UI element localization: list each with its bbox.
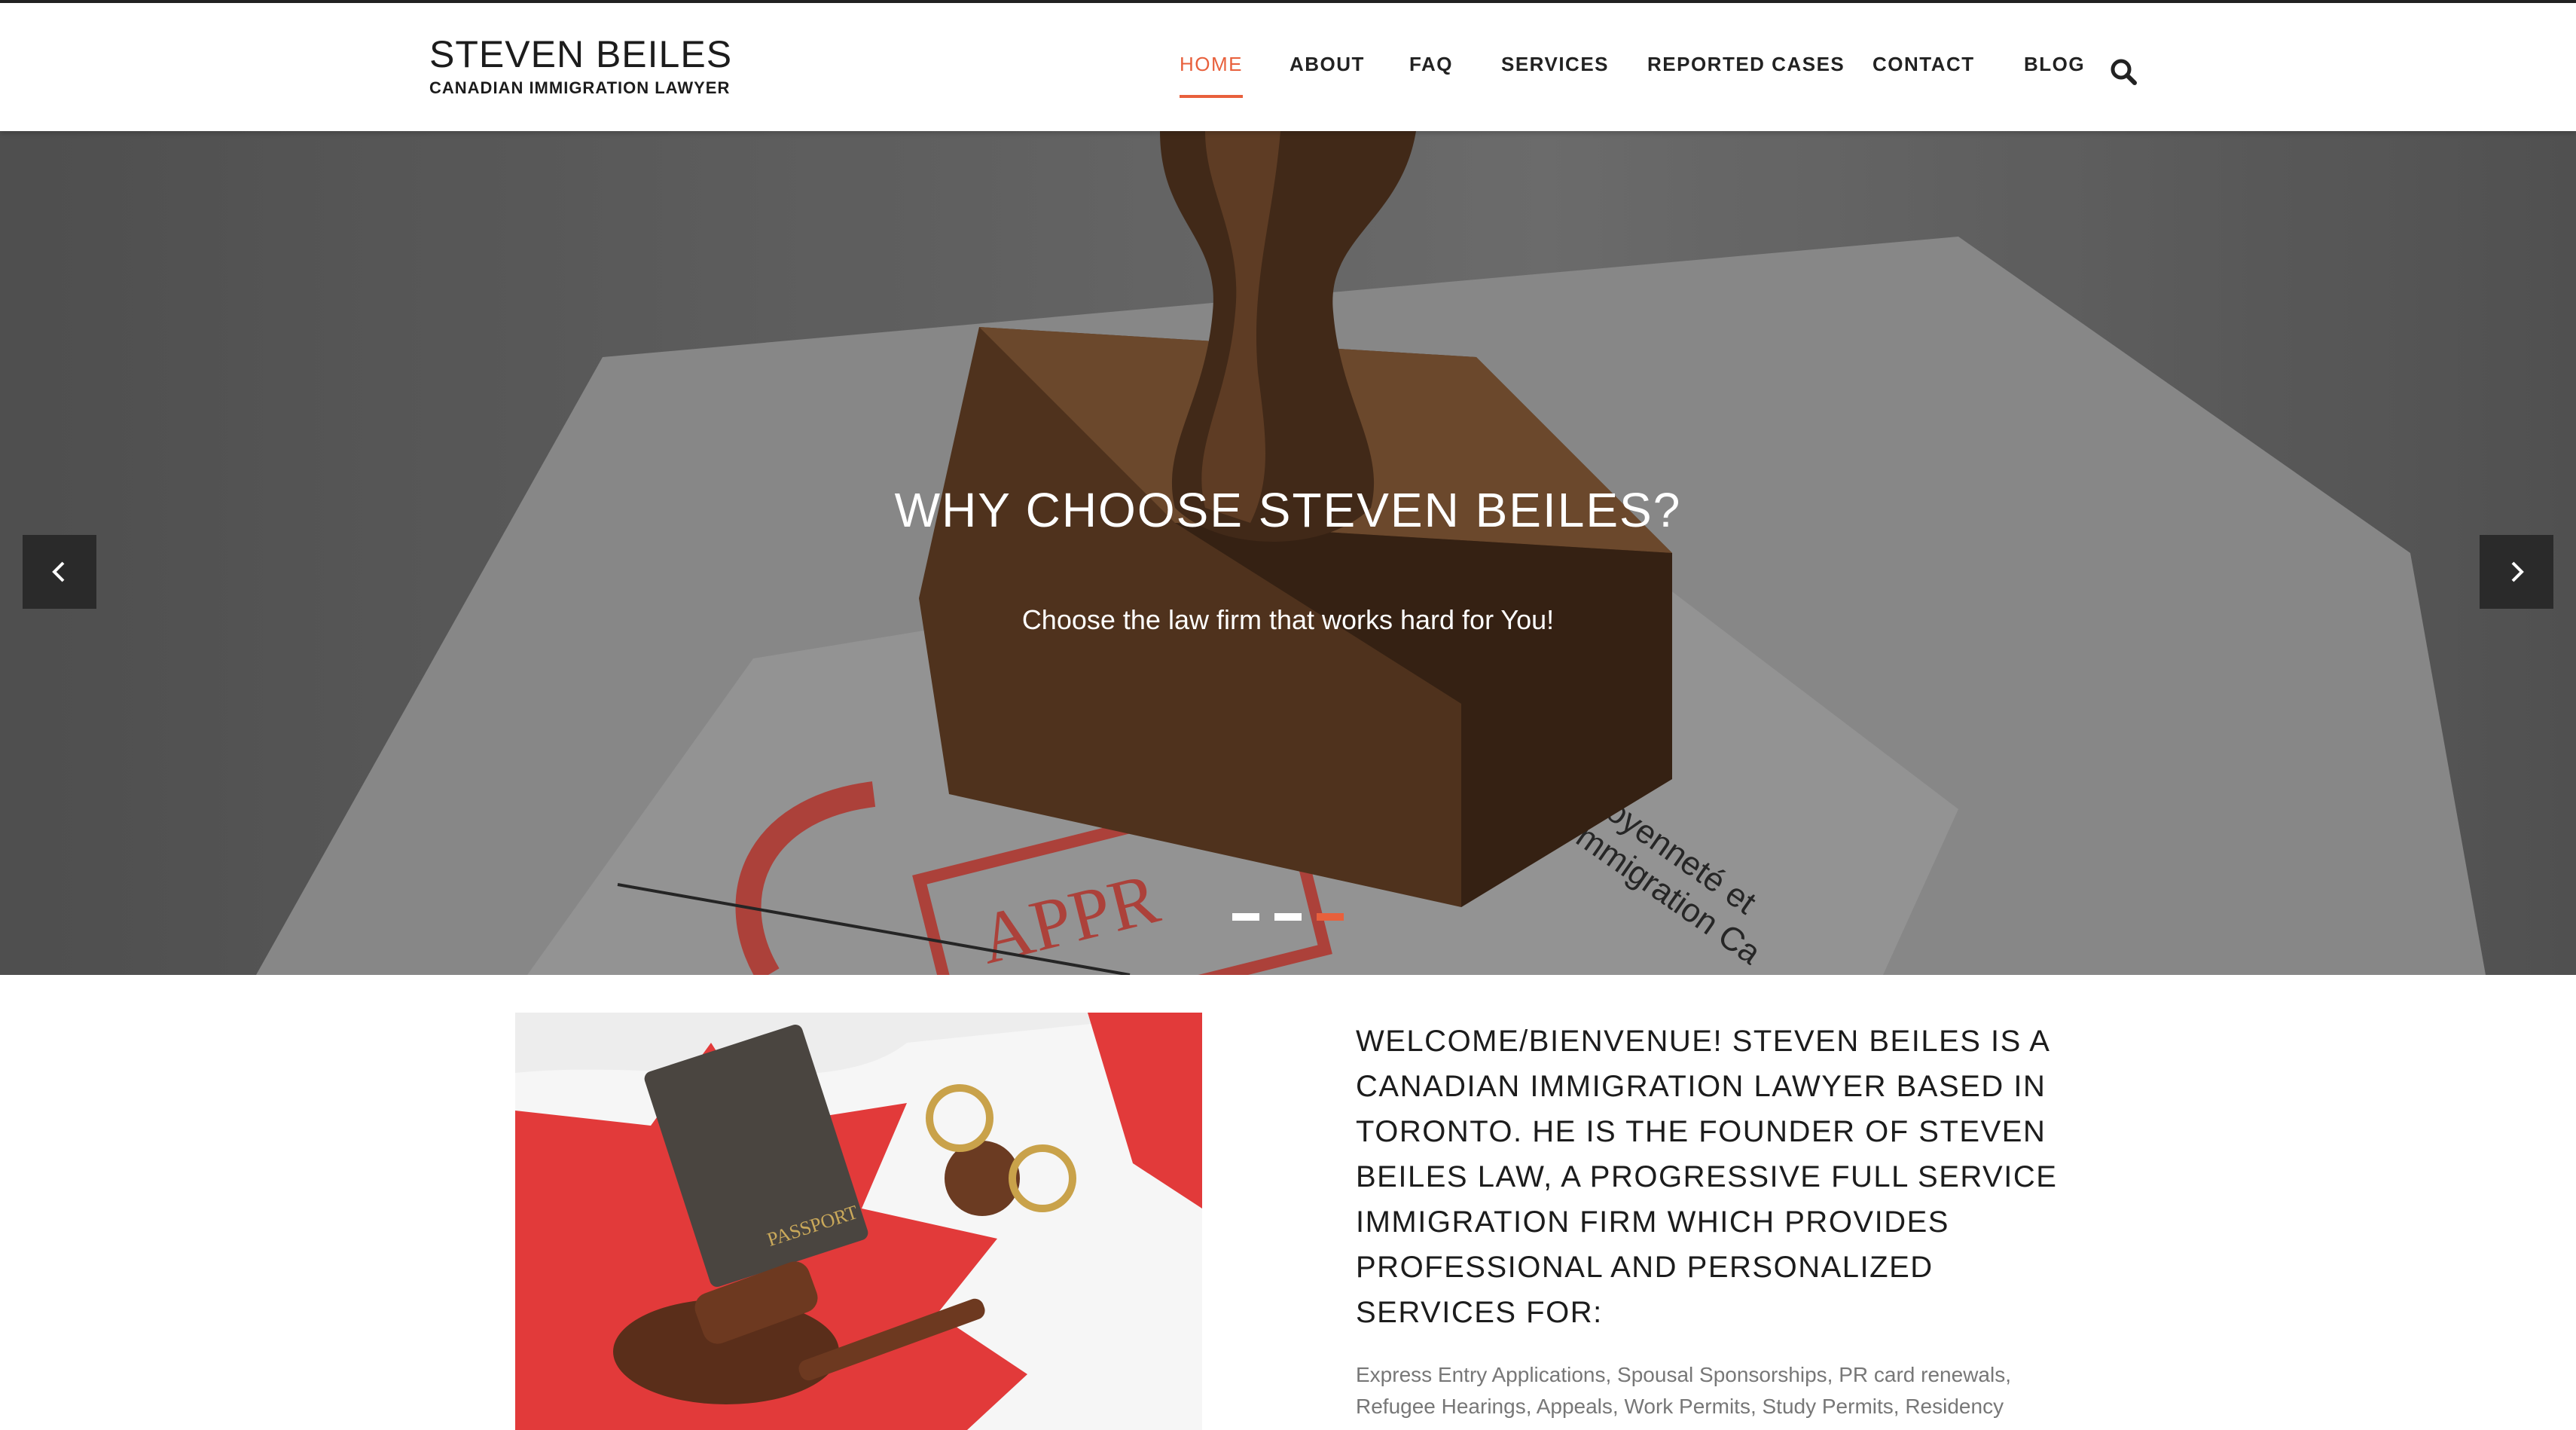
slider-dot-2[interactable]: [1274, 913, 1302, 921]
nav-home-label: HOME: [1180, 53, 1243, 75]
brand-subtitle: CANADIAN IMMIGRATION LAWYER: [429, 78, 731, 97]
slider-dot-1[interactable]: [1232, 913, 1259, 921]
nav-about-label: ABOUT: [1290, 53, 1365, 75]
canada-flag-passport-image: PASSPORT: [515, 1013, 1202, 1430]
nav-services[interactable]: SERVICES: [1501, 53, 1609, 76]
search-icon[interactable]: [2109, 57, 2139, 87]
nav-home[interactable]: HOME: [1180, 53, 1243, 98]
chevron-left-icon: [52, 561, 65, 582]
nav-reported-cases-label: REPORTED CASES: [1647, 53, 1845, 75]
intro-services-text: Express Entry Applications, Spousal Spon…: [1356, 1363, 2011, 1418]
nav-contact-label: CONTACT: [1872, 53, 1975, 75]
intro-image: PASSPORT: [515, 1013, 1202, 1430]
slider-next-button[interactable]: [2480, 535, 2553, 609]
brand-title[interactable]: STEVEN BEILES: [429, 32, 732, 77]
hero-subtitle: Choose the law firm that works hard for …: [1021, 604, 1555, 635]
nav-about[interactable]: ABOUT: [1290, 53, 1365, 76]
brand[interactable]: STEVEN BEILES CANADIAN IMMIGRATION LAWYE…: [429, 32, 732, 98]
slider-prev-button[interactable]: [23, 535, 96, 609]
slider-dot-3[interactable]: [1317, 913, 1344, 921]
nav-blog[interactable]: BLOG: [2024, 53, 2085, 76]
intro-heading: WELCOME/BIENVENUE! STEVEN BEILES IS A CA…: [1356, 1025, 2058, 1329]
nav-services-label: SERVICES: [1501, 53, 1610, 75]
hero-title: WHY CHOOSE STEVEN BEILES?: [894, 483, 1682, 537]
nav-blog-label: BLOG: [2024, 53, 2086, 75]
hero-overlay: [0, 131, 2576, 975]
chevron-right-icon: [2511, 561, 2524, 582]
nav-faq-label: FAQ: [1409, 53, 1453, 75]
nav-reported-cases[interactable]: REPORTED CASES: [1647, 53, 1845, 76]
nav-active-indicator: [1180, 95, 1243, 98]
nav-faq[interactable]: FAQ: [1409, 53, 1453, 76]
nav-contact[interactable]: CONTACT: [1872, 53, 1975, 76]
site-header: STEVEN BEILES CANADIAN IMMIGRATION LAWYE…: [0, 3, 2576, 131]
hero-slider: APPR IMMIGR Citoyenneté et Immigration C…: [0, 131, 2576, 975]
